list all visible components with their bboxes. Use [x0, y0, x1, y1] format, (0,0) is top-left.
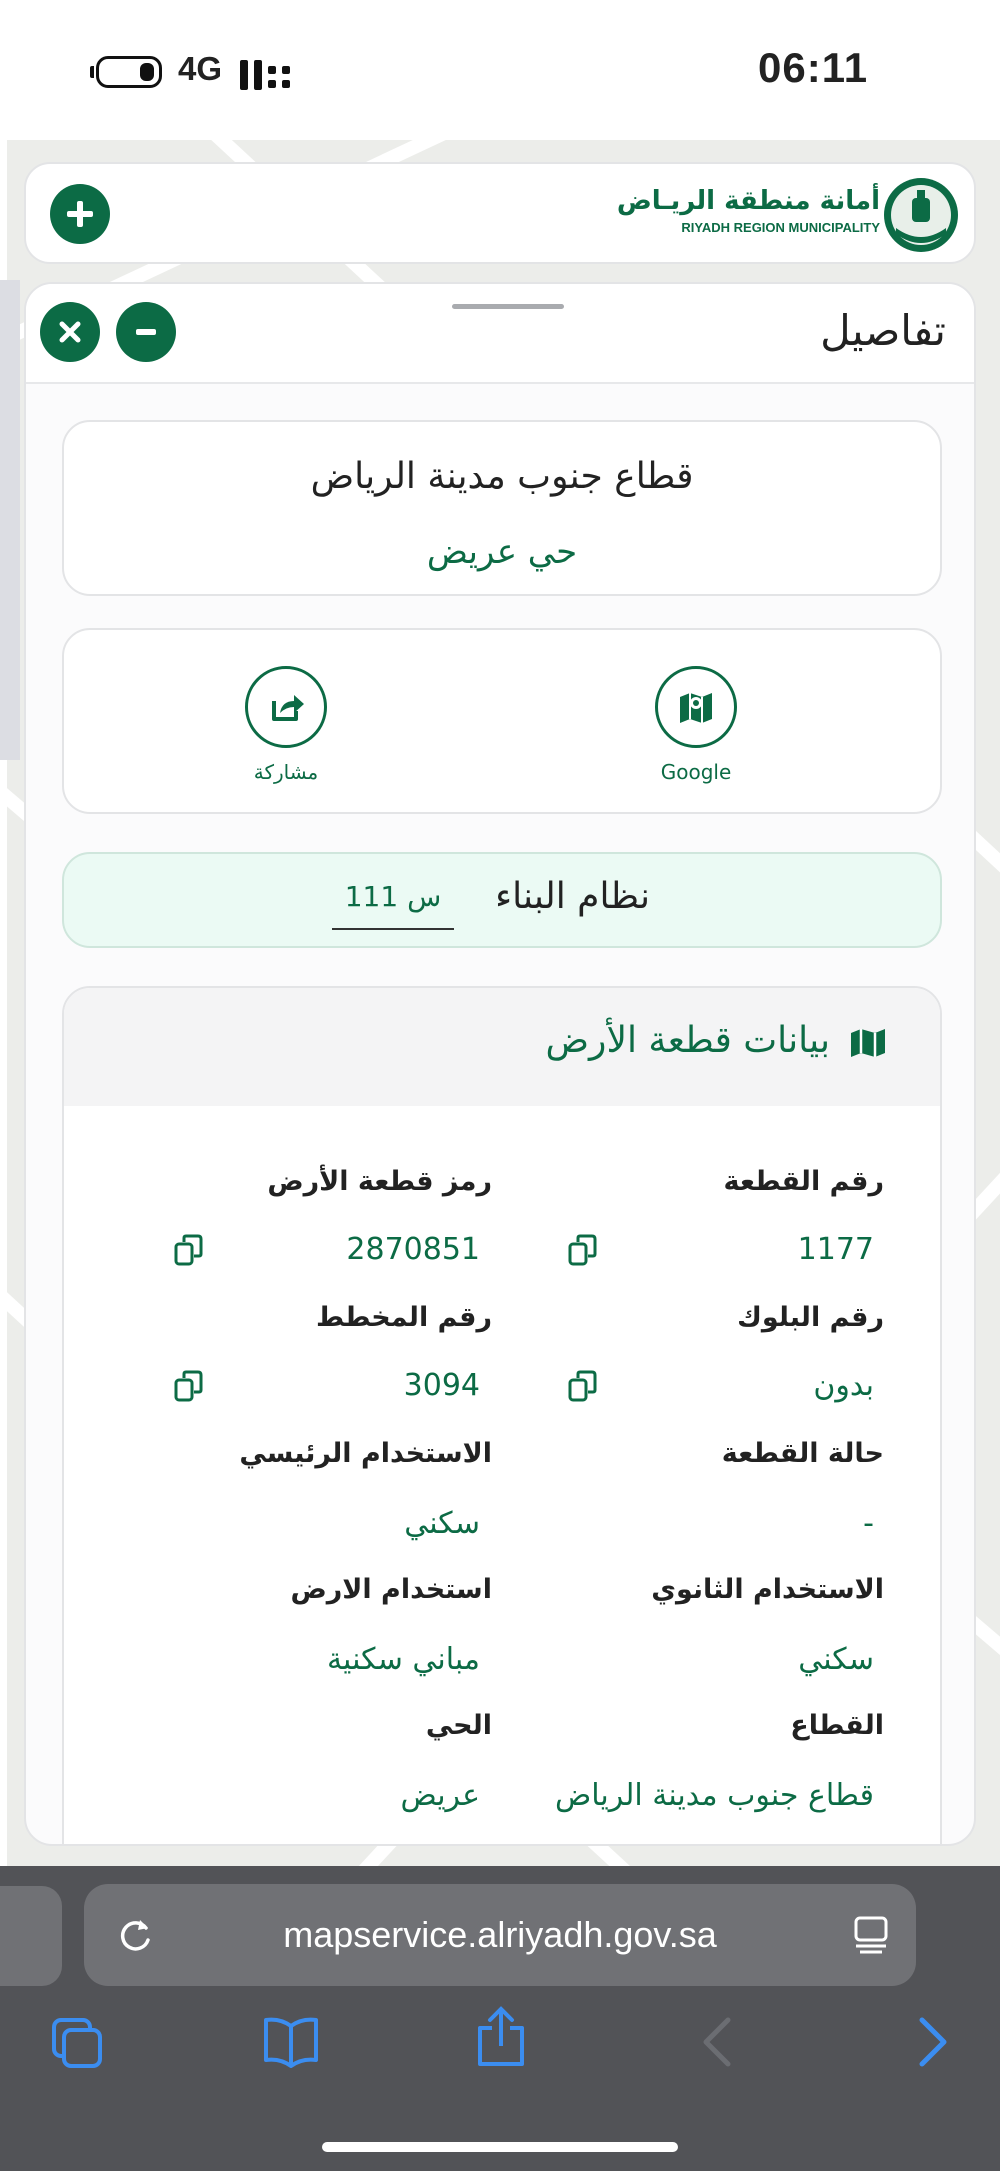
- tab-overview-icon[interactable]: [850, 1914, 892, 1956]
- copy-icon[interactable]: [568, 1370, 598, 1402]
- building-system-value[interactable]: س 111: [332, 880, 454, 930]
- plot-status-label: حالة القطعة: [721, 1438, 884, 1469]
- actions-card: Google مشاركة: [62, 628, 942, 814]
- home-indicator[interactable]: [322, 2142, 678, 2152]
- plan-number-value: 3094: [403, 1368, 480, 1403]
- minimize-button[interactable]: [116, 302, 176, 362]
- plus-icon: [67, 201, 93, 227]
- building-system-label: نظام البناء: [495, 876, 650, 917]
- location-card: قطاع جنوب مدينة الرياض حي عريض: [62, 420, 942, 596]
- share-icon: [272, 695, 304, 721]
- header-card: أمانة منطقة الريـاض RIYADH REGION MUNICI…: [24, 162, 976, 264]
- plot-number-label: رقم القطعة: [723, 1166, 884, 1197]
- battery-tip: [90, 66, 94, 78]
- plot-status-value: -: [863, 1506, 874, 1541]
- map-icon: [680, 693, 712, 723]
- district-label: الحي: [425, 1710, 492, 1741]
- copy-icon[interactable]: [174, 1234, 204, 1266]
- details-panel: تفاصيل قطاع جنوب مدينة الرياض حي عريض Go…: [24, 282, 976, 1846]
- plot-number-value: 1177: [797, 1232, 874, 1267]
- add-button[interactable]: [50, 184, 110, 244]
- forward-icon[interactable]: [916, 2016, 950, 2068]
- status-bar: 4G 06:11: [0, 0, 1000, 140]
- battery-icon: [96, 56, 162, 88]
- district-value: عريض: [400, 1778, 480, 1813]
- google-label: Google: [660, 760, 732, 784]
- url-text: mapservice.alriyadh.gov.sa: [283, 1914, 717, 1955]
- sector-label: القطاع: [790, 1710, 884, 1741]
- clock: 06:11: [758, 44, 869, 91]
- share-label: مشاركة: [253, 760, 319, 784]
- block-number-value: بدون: [813, 1368, 874, 1403]
- map-icon: [851, 1029, 885, 1057]
- sector-name: قطاع جنوب مدينة الرياض: [310, 456, 694, 497]
- drag-handle[interactable]: [452, 304, 564, 309]
- address-bar[interactable]: mapservice.alriyadh.gov.sa: [84, 1884, 916, 1986]
- share-icon[interactable]: [476, 2006, 526, 2068]
- secondary-use-label: الاستخدام الثانوي: [651, 1574, 884, 1605]
- close-button[interactable]: [40, 302, 100, 362]
- previous-tab[interactable]: [0, 1886, 62, 1986]
- share-button[interactable]: مشاركة: [216, 666, 356, 784]
- plan-number-label: رقم المخطط: [316, 1302, 492, 1333]
- logo-text: أمانة منطقة الريـاض RIYADH REGION MUNICI…: [617, 186, 880, 235]
- sector-value: قطاع جنوب مدينة الرياض: [554, 1778, 874, 1813]
- block-number-label: رقم البلوك: [737, 1302, 884, 1333]
- tabs-icon[interactable]: [50, 2016, 106, 2072]
- back-icon[interactable]: [700, 2016, 734, 2068]
- network-type: 4G: [178, 50, 223, 87]
- browser-chrome: mapservice.alriyadh.gov.sa: [0, 1866, 1000, 2171]
- minus-icon: [136, 329, 156, 335]
- main-use-label: الاستخدام الرئيسي: [239, 1438, 492, 1469]
- secondary-use-value: سكني: [798, 1642, 874, 1677]
- main-use-value: سكني: [404, 1506, 480, 1541]
- copy-icon[interactable]: [568, 1234, 598, 1266]
- land-data-title: بيانات قطعة الأرض: [545, 1020, 830, 1061]
- district-name: حي عريض: [426, 532, 578, 572]
- municipality-logo-icon: [884, 178, 958, 252]
- building-system-card: نظام البناء س 111: [62, 852, 942, 948]
- logo-arabic: أمانة منطقة الريـاض: [616, 186, 880, 216]
- google-maps-button[interactable]: Google: [626, 666, 766, 784]
- bookmarks-icon[interactable]: [262, 2016, 320, 2068]
- logo-english: RIYADH REGION MUNICIPALITY: [681, 220, 880, 235]
- land-use-value: مباني سكنية: [326, 1642, 480, 1677]
- land-use-label: استخدام الارض: [290, 1574, 492, 1605]
- signal-icon: [240, 60, 290, 90]
- plot-code-value: 2870851: [346, 1232, 480, 1267]
- copy-icon[interactable]: [174, 1370, 204, 1402]
- panel-header: تفاصيل: [26, 284, 974, 384]
- land-data-card: بيانات قطعة الأرض رقم القطعة رمز قطعة ال…: [62, 986, 942, 1844]
- plot-code-label: رمز قطعة الأرض: [267, 1166, 492, 1197]
- land-data-header: بيانات قطعة الأرض: [64, 988, 940, 1106]
- panel-title: تفاصيل: [820, 306, 946, 355]
- close-icon: [59, 321, 81, 343]
